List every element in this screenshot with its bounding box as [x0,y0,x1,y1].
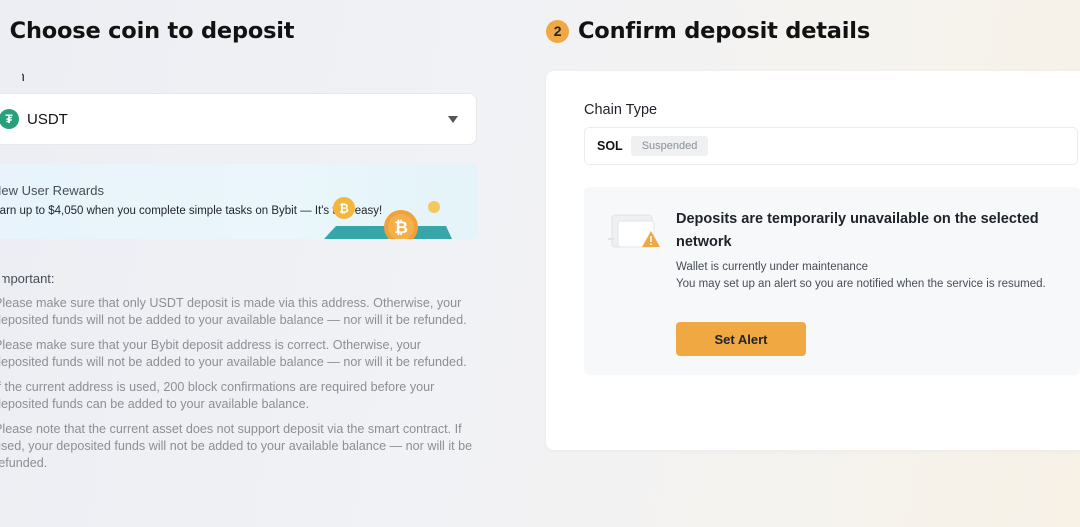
chain-name: SOL [597,139,623,153]
deposit-unavailable-notice: Deposits are temporarily unavailable on … [584,187,1080,375]
coin-selection-section: 1 Choose coin to deposit Coin ₮ USDT New… [0,0,500,527]
step-2-title-text: Confirm deposit details [578,18,871,44]
step-2-badge: 2 [546,19,569,43]
deposit-details-card: Chain Type SOL Suspended Deposits are te… [546,71,1080,450]
chain-status-badge: Suspended [630,136,709,156]
set-alert-button[interactable]: Set Alert [676,322,806,356]
svg-text:₿: ₿ [394,218,408,237]
new-user-rewards-banner[interactable]: New User Rewards Earn up to $4,050 when … [0,164,478,239]
rewards-title: New User Rewards [0,183,104,198]
important-note: Please note that the current asset does … [0,422,473,470]
step-2-title: 2 Confirm deposit details [546,18,870,44]
wallet-warning-icon [608,214,660,248]
bitcoin-wallet-illustration: ₿ ₿ [324,197,452,239]
deposit-details-section: 2 Confirm deposit details Chain Type SOL… [546,0,1080,527]
chain-type-selector[interactable]: SOL Suspended [584,127,1078,165]
selected-coin: USDT [27,110,68,128]
notice-title: Deposits are temporarily unavailable on … [676,211,1039,250]
chain-type-label: Chain Type [584,102,658,118]
important-note: Please make sure that only USDT deposit … [0,296,467,327]
coin-dropdown[interactable]: ₮ USDT [0,93,477,145]
important-note: If the current address is used, 200 bloc… [0,380,435,411]
step-1-title: 1 Choose coin to deposit [0,18,295,44]
important-notes-list: Please make sure that only USDT deposit … [0,295,474,480]
chevron-down-icon [448,116,458,123]
notice-maintenance-text: Wallet is currently under maintenance [676,261,868,273]
svg-text:₿: ₿ [339,202,349,216]
important-note: Please make sure that your Bybit deposit… [0,338,467,369]
notice-alert-text: You may set up an alert so you are notif… [676,278,1046,290]
coin-label: Coin [0,68,25,84]
important-label: Important: [0,271,55,286]
step-1-title-text: Choose coin to deposit [9,18,295,44]
tether-icon: ₮ [0,109,19,129]
